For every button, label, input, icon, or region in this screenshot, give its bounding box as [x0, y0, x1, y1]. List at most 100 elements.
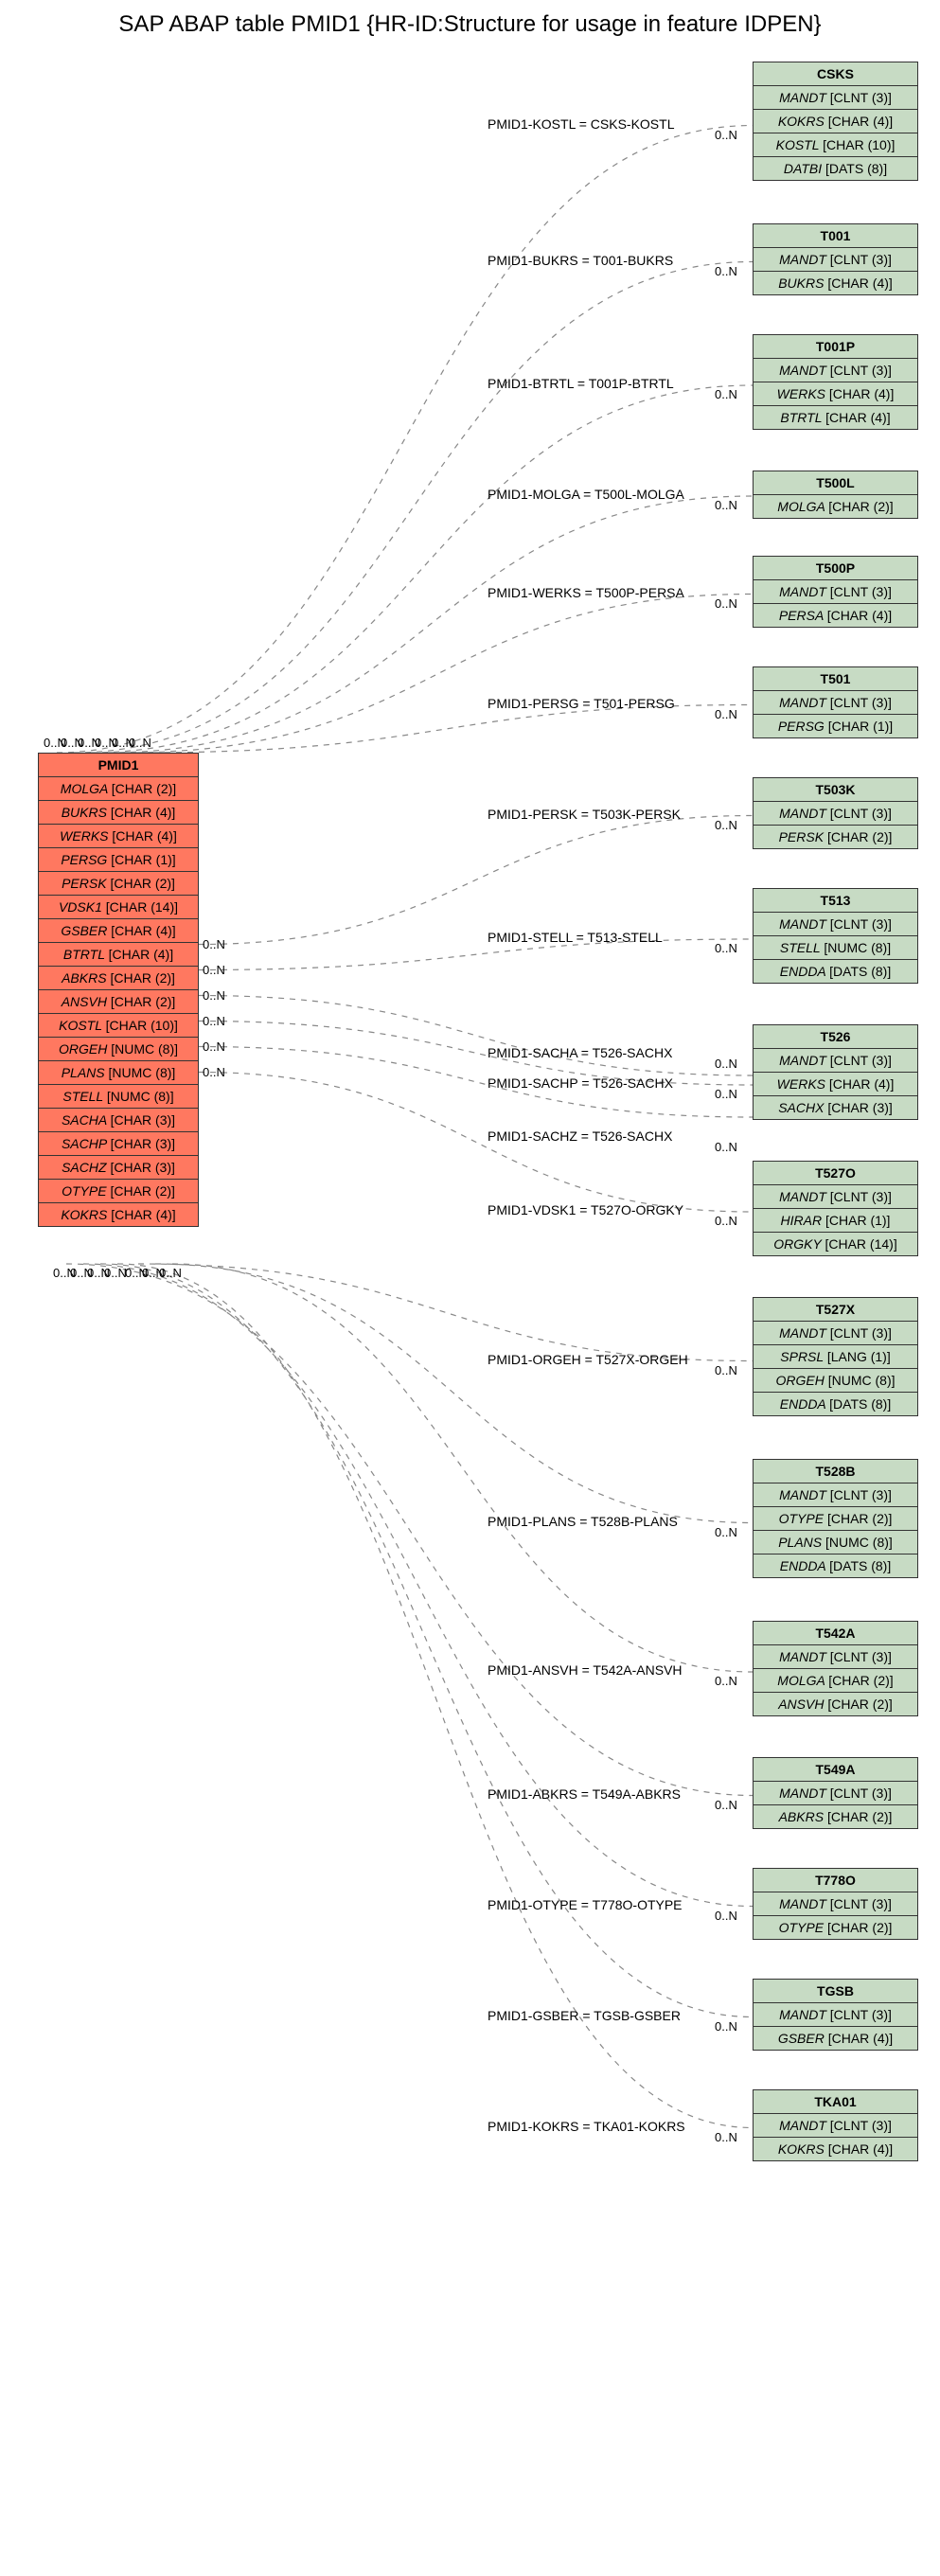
- entity-field: ENDDA [DATS (8)]: [754, 1554, 917, 1577]
- entity-field: ORGEH [NUMC (8)]: [39, 1038, 198, 1061]
- cardinality-label: 0..N: [203, 1039, 225, 1054]
- edge-label: PMID1-ABKRS = T549A-ABKRS: [488, 1786, 681, 1802]
- entity-field: WERKS [CHAR (4)]: [754, 1073, 917, 1096]
- entity-field: KOKRS [CHAR (4)]: [754, 2138, 917, 2160]
- edge-label: PMID1-KOKRS = TKA01-KOKRS: [488, 2119, 685, 2134]
- entity-field: KOSTL [CHAR (10)]: [754, 133, 917, 157]
- cardinality-label: 0..N: [715, 2019, 737, 2034]
- cardinality-label: 0..N: [203, 1014, 225, 1028]
- entity-header: T500P: [754, 557, 917, 580]
- entity-header: T501: [754, 667, 917, 691]
- entity-field: SACHZ [CHAR (3)]: [39, 1156, 198, 1180]
- entity-related: T501MANDT [CLNT (3)]PERSG [CHAR (1)]: [753, 666, 918, 738]
- cardinality-label: 0..N: [715, 1057, 737, 1071]
- entity-header: T527O: [754, 1162, 917, 1185]
- cardinality-label: 0..N: [715, 1798, 737, 1812]
- entity-field: PERSG [CHAR (1)]: [754, 715, 917, 737]
- edge-label: PMID1-ORGEH = T527X-ORGEH: [488, 1352, 688, 1367]
- entity-field: MANDT [CLNT (3)]: [754, 802, 917, 826]
- entity-field: WERKS [CHAR (4)]: [39, 825, 198, 848]
- edge-label: PMID1-SACHZ = T526-SACHX: [488, 1128, 672, 1144]
- entity-main: PMID1MOLGA [CHAR (2)]BUKRS [CHAR (4)]WER…: [38, 753, 199, 1227]
- entity-field: BTRTL [CHAR (4)]: [754, 406, 917, 429]
- entity-related: T500PMANDT [CLNT (3)]PERSA [CHAR (4)]: [753, 556, 918, 628]
- entity-related: CSKSMANDT [CLNT (3)]KOKRS [CHAR (4)]KOST…: [753, 62, 918, 181]
- entity-field: ANSVH [CHAR (2)]: [754, 1693, 917, 1715]
- entity-header: PMID1: [39, 754, 198, 777]
- entity-field: BUKRS [CHAR (4)]: [754, 272, 917, 294]
- cardinality-label: 0..N: [104, 1266, 127, 1280]
- entity-field: GSBER [CHAR (4)]: [754, 2027, 917, 2050]
- entity-field: KOKRS [CHAR (4)]: [754, 110, 917, 133]
- entity-field: MANDT [CLNT (3)]: [754, 248, 917, 272]
- cardinality-label: 0..N: [715, 1214, 737, 1228]
- cardinality-label: 0..N: [715, 498, 737, 512]
- entity-field: MANDT [CLNT (3)]: [754, 1892, 917, 1916]
- entity-field: KOSTL [CHAR (10)]: [39, 1014, 198, 1038]
- entity-field: OTYPE [CHAR (2)]: [39, 1180, 198, 1203]
- edge-label: PMID1-MOLGA = T500L-MOLGA: [488, 487, 684, 502]
- entity-field: MANDT [CLNT (3)]: [754, 580, 917, 604]
- cardinality-label: 0..N: [715, 2130, 737, 2144]
- edge-label: PMID1-BUKRS = T001-BUKRS: [488, 253, 673, 268]
- cardinality-label: 0..N: [715, 1525, 737, 1539]
- entity-field: PLANS [NUMC (8)]: [754, 1531, 917, 1554]
- entity-related: TKA01MANDT [CLNT (3)]KOKRS [CHAR (4)]: [753, 2089, 918, 2161]
- entity-related: T778OMANDT [CLNT (3)]OTYPE [CHAR (2)]: [753, 1868, 918, 1940]
- entity-field: BTRTL [CHAR (4)]: [39, 943, 198, 967]
- edge-label: PMID1-VDSK1 = T527O-ORGKY: [488, 1202, 683, 1217]
- cardinality-label: 0..N: [203, 937, 225, 951]
- entity-field: MANDT [CLNT (3)]: [754, 359, 917, 382]
- cardinality-label: 0..N: [715, 1674, 737, 1688]
- entity-field: ENDDA [DATS (8)]: [754, 1393, 917, 1415]
- cardinality-label: 0..N: [129, 736, 151, 750]
- entity-header: T503K: [754, 778, 917, 802]
- entity-header: T526: [754, 1025, 917, 1049]
- entity-related: T528BMANDT [CLNT (3)]OTYPE [CHAR (2)]PLA…: [753, 1459, 918, 1578]
- entity-field: MANDT [CLNT (3)]: [754, 2003, 917, 2027]
- entity-field: PERSK [CHAR (2)]: [754, 826, 917, 848]
- cardinality-label: 0..N: [203, 988, 225, 1003]
- entity-field: PERSA [CHAR (4)]: [754, 604, 917, 627]
- entity-field: MANDT [CLNT (3)]: [754, 1645, 917, 1669]
- edge-label: PMID1-GSBER = TGSB-GSBER: [488, 2008, 681, 2023]
- entity-field: WERKS [CHAR (4)]: [754, 382, 917, 406]
- entity-field: VDSK1 [CHAR (14)]: [39, 896, 198, 919]
- entity-field: ENDDA [DATS (8)]: [754, 960, 917, 983]
- entity-related: TGSBMANDT [CLNT (3)]GSBER [CHAR (4)]: [753, 1979, 918, 2051]
- entity-field: OTYPE [CHAR (2)]: [754, 1507, 917, 1531]
- edge-label: PMID1-BTRTL = T001P-BTRTL: [488, 376, 674, 391]
- entity-field: MOLGA [CHAR (2)]: [754, 1669, 917, 1693]
- entity-field: ANSVH [CHAR (2)]: [39, 990, 198, 1014]
- edge-label: PMID1-KOSTL = CSKS-KOSTL: [488, 116, 674, 132]
- entity-field: ABKRS [CHAR (2)]: [754, 1805, 917, 1828]
- entity-header: T500L: [754, 471, 917, 495]
- entity-field: ABKRS [CHAR (2)]: [39, 967, 198, 990]
- cardinality-label: 0..N: [715, 1363, 737, 1377]
- cardinality-label: 0..N: [203, 963, 225, 977]
- entity-header: T527X: [754, 1298, 917, 1322]
- cardinality-label: 0..N: [715, 1909, 737, 1923]
- entity-header: TKA01: [754, 2090, 917, 2114]
- cardinality-label: 0..N: [715, 707, 737, 721]
- entity-header: T778O: [754, 1869, 917, 1892]
- entity-field: SPRSL [LANG (1)]: [754, 1345, 917, 1369]
- cardinality-label: 0..N: [715, 818, 737, 832]
- cardinality-label: 0..N: [715, 387, 737, 401]
- edge-label: PMID1-PERSK = T503K-PERSK: [488, 807, 681, 822]
- entity-field: PLANS [NUMC (8)]: [39, 1061, 198, 1085]
- entity-header: T542A: [754, 1622, 917, 1645]
- cardinality-label: 0..N: [715, 596, 737, 611]
- entity-header: T001: [754, 224, 917, 248]
- cardinality-label: 0..N: [715, 128, 737, 142]
- entity-related: T513MANDT [CLNT (3)]STELL [NUMC (8)]ENDD…: [753, 888, 918, 984]
- entity-header: T001P: [754, 335, 917, 359]
- entity-field: STELL [NUMC (8)]: [39, 1085, 198, 1109]
- entity-field: PERSG [CHAR (1)]: [39, 848, 198, 872]
- entity-field: MANDT [CLNT (3)]: [754, 913, 917, 936]
- entity-related: T001MANDT [CLNT (3)]BUKRS [CHAR (4)]: [753, 223, 918, 295]
- entity-field: STELL [NUMC (8)]: [754, 936, 917, 960]
- edge-label: PMID1-SACHA = T526-SACHX: [488, 1045, 672, 1060]
- cardinality-label: 0..N: [715, 941, 737, 955]
- entity-field: MANDT [CLNT (3)]: [754, 691, 917, 715]
